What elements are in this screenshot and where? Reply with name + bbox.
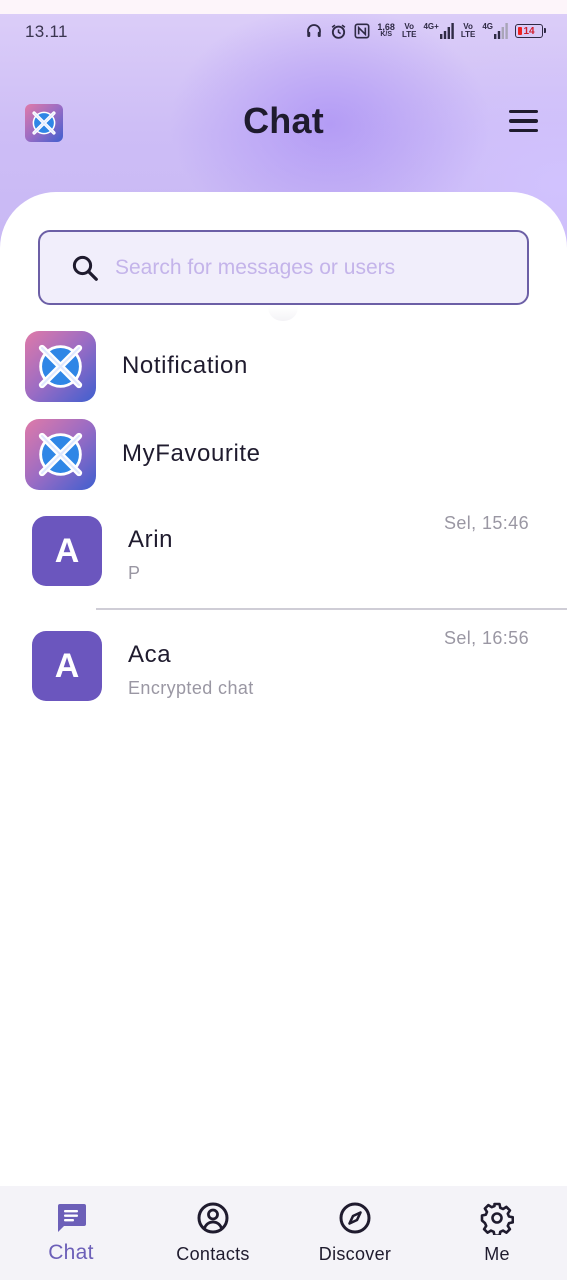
headset-icon: [305, 22, 323, 40]
nav-label: Contacts: [176, 1244, 250, 1264]
signal-bars-icon: [439, 23, 454, 39]
nav-tab-chat[interactable]: Chat: [0, 1186, 142, 1280]
hamburger-line: [509, 128, 538, 133]
hamburger-line: [509, 119, 538, 123]
net-type-2: 4G: [482, 22, 493, 31]
net-speed-unit: K/S: [380, 31, 393, 38]
net-speed-value: 1,68: [377, 22, 395, 32]
chat-bubble-icon: [58, 1204, 86, 1232]
status-time: 13.11: [25, 22, 68, 41]
signal-bars-icon: [494, 23, 508, 39]
chat-name: Aca: [128, 641, 172, 668]
chat-time: Sel, 15:46: [443, 513, 529, 533]
chat-time: Sel, 16:56: [443, 628, 529, 648]
search-icon: [72, 255, 98, 281]
compass-icon: [339, 1202, 371, 1234]
avatar: A: [32, 631, 102, 701]
search-bar[interactable]: [38, 230, 529, 305]
status-icons: 1,68 K/S Vo LTE 4G+ Vo LTE 4G 14: [305, 20, 546, 42]
bottom-nav: Chat Contacts Discover Me: [0, 1186, 567, 1280]
list-item-label: MyFavourite: [122, 440, 261, 467]
gear-icon: [480, 1202, 514, 1235]
volte-1-bottom: LTE: [401, 30, 417, 39]
nav-tab-me[interactable]: Me: [426, 1186, 567, 1280]
battery-level: 14: [523, 25, 535, 37]
top-strip: [0, 0, 567, 14]
search-input[interactable]: [113, 254, 517, 281]
chat-preview: P: [128, 563, 141, 583]
nav-tab-discover[interactable]: Discover: [284, 1186, 426, 1280]
list-item-notification[interactable]: Notification: [0, 326, 567, 406]
list-item-myfavourite[interactable]: MyFavourite: [0, 414, 567, 494]
volte-1: Vo LTE: [402, 23, 417, 39]
signal-2: 4G: [482, 23, 508, 39]
myfavourite-logo-icon: [25, 419, 96, 490]
hamburger-icon: [509, 110, 538, 114]
menu-button[interactable]: [505, 110, 541, 136]
volte-2: Vo LTE: [461, 23, 476, 39]
chat-name: Arin: [128, 526, 174, 553]
battery-icon: 14: [515, 24, 546, 38]
chat-preview: Encrypted chat: [128, 678, 254, 698]
list-item-label: Notification: [122, 352, 248, 379]
signal-1: 4G+: [423, 22, 454, 39]
chat-row-arin[interactable]: A Arin P Sel, 15:46: [0, 506, 567, 616]
nav-label: Me: [484, 1244, 510, 1264]
status-bar: 13.11 1,68 K/S Vo LTE 4G+ Vo LTE 4G 14: [0, 14, 567, 48]
net-speed: 1,68 K/S: [377, 23, 395, 39]
chat-divider: [96, 608, 567, 610]
notification-logo-icon: [25, 331, 96, 402]
nav-tab-contacts[interactable]: Contacts: [142, 1186, 284, 1280]
chat-row-aca[interactable]: A Aca Encrypted chat Sel, 16:56: [0, 621, 567, 731]
nav-label: Chat: [48, 1241, 94, 1264]
alarm-icon: [330, 23, 347, 40]
avatar: A: [32, 516, 102, 586]
page-title: Chat: [243, 100, 324, 141]
volte-2-bottom: LTE: [460, 30, 476, 39]
nfc-icon: [354, 23, 370, 39]
user-circle-icon: [197, 1202, 229, 1234]
nav-label: Discover: [318, 1244, 392, 1264]
net-type-1: 4G+: [423, 22, 439, 31]
